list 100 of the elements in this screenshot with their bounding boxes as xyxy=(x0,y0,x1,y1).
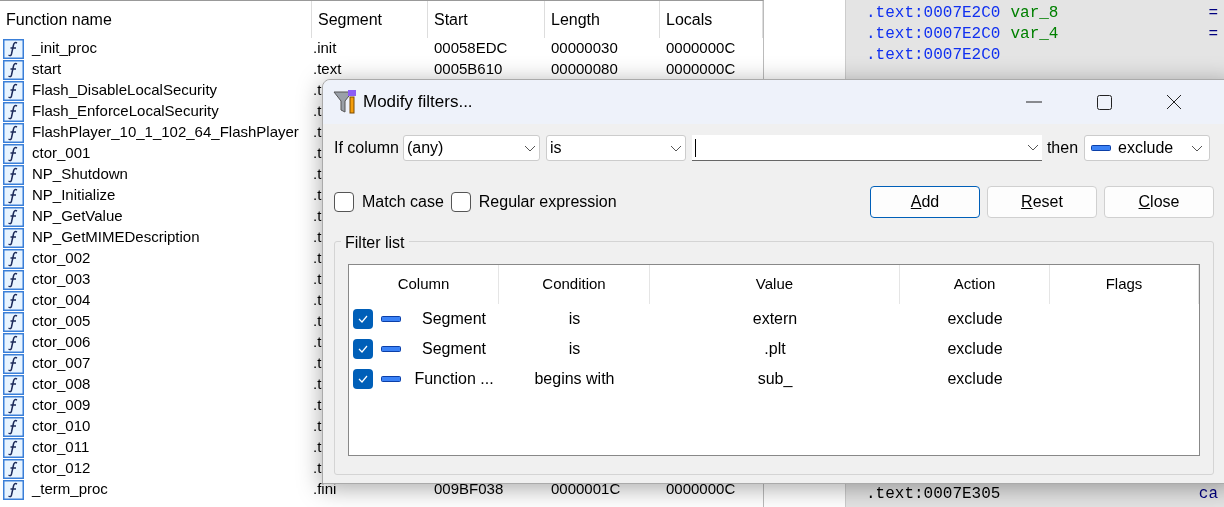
column-header[interactable]: Action xyxy=(900,265,1050,304)
exclude-icon xyxy=(381,316,401,322)
function-name: ctor_007 xyxy=(32,353,91,374)
table-cell-text: Segment xyxy=(420,309,487,329)
table-cell-text: sub_ xyxy=(756,369,794,389)
table-cell-text: begins with xyxy=(533,369,616,389)
table-cell: .init xyxy=(313,39,337,57)
function-name: ctor_001 xyxy=(32,143,91,164)
function-icon xyxy=(3,458,24,479)
table-cell: .t xyxy=(313,144,322,162)
function-icon xyxy=(3,248,24,269)
check-icon xyxy=(358,375,368,383)
function-icon xyxy=(3,479,24,500)
function-name: _term_proc xyxy=(32,479,108,500)
table-cell: .t xyxy=(313,123,322,141)
table-cell-text: 00000080 xyxy=(550,59,619,80)
function-name: NP_Shutdown xyxy=(32,164,128,185)
table-cell: .fini xyxy=(313,480,337,498)
condition-select[interactable]: is xyxy=(545,135,686,161)
enable-checkbox[interactable] xyxy=(353,339,373,359)
checkbox[interactable] xyxy=(334,192,354,212)
dialog-button[interactable]: Close xyxy=(1104,186,1214,218)
filter-icon xyxy=(333,89,357,115)
function-name: ctor_006 xyxy=(32,332,91,353)
function-name: ctor_003 xyxy=(32,269,91,290)
checkbox-label: Match case xyxy=(362,192,444,212)
then-label: then xyxy=(1046,138,1079,158)
table-cell: .t xyxy=(313,333,322,351)
table-cell: .t xyxy=(313,312,322,330)
address-text: .text:0007E2C0 xyxy=(866,24,1001,45)
function-icon xyxy=(3,59,24,80)
function-icon xyxy=(3,164,24,185)
table-cell-text: exclude xyxy=(946,309,1004,329)
if-column-label: If column xyxy=(334,138,399,158)
table-cell: .t xyxy=(313,81,322,99)
column-header[interactable]: Segment xyxy=(312,1,428,38)
function-name: NP_GetValue xyxy=(32,206,123,227)
chevron-down-icon xyxy=(1026,144,1039,151)
dialog-button[interactable]: Add xyxy=(870,186,980,218)
table-cell-text: 00058EDC xyxy=(433,38,509,59)
table-cell-text: 0000000C xyxy=(665,59,737,80)
table-cell-text: 0000000C xyxy=(665,479,737,500)
address-text: .text:0007E2C0 xyxy=(866,3,1001,24)
exclude-icon xyxy=(381,346,401,352)
action-select[interactable]: exclude xyxy=(1084,135,1211,161)
enable-checkbox[interactable] xyxy=(353,369,373,389)
table-cell: .t xyxy=(313,417,322,435)
column-header[interactable]: Start xyxy=(428,1,545,38)
window-title: Modify filters... xyxy=(363,91,473,114)
function-name: ctor_012 xyxy=(32,458,91,479)
chevron-down-icon xyxy=(523,144,536,152)
checkbox-label: Regular expression xyxy=(478,192,617,212)
table-cell: .t xyxy=(313,186,322,204)
table-cell: .text xyxy=(313,60,342,78)
variable-name: var_4 xyxy=(1010,24,1059,45)
check-icon xyxy=(358,315,368,323)
function-icon xyxy=(3,353,24,374)
maximize-icon xyxy=(1096,94,1112,110)
table-cell-text: 00000030 xyxy=(550,38,619,59)
function-icon xyxy=(3,185,24,206)
column-header[interactable]: Locals xyxy=(660,1,763,38)
table-cell: .t xyxy=(313,102,322,120)
column-select[interactable]: (any) xyxy=(402,135,540,161)
chevron-down-icon xyxy=(669,144,682,152)
operator-text: = xyxy=(1208,3,1218,24)
checkbox[interactable] xyxy=(450,192,471,212)
table-cell-text: 0005B610 xyxy=(433,59,504,80)
column-header[interactable]: Flags xyxy=(1050,265,1199,304)
function-icon xyxy=(3,437,24,458)
function-name: ctor_010 xyxy=(32,416,91,437)
table-cell-text: Function ... xyxy=(413,369,495,389)
column-header[interactable]: Value xyxy=(650,265,900,304)
column-header[interactable]: Column xyxy=(349,265,499,304)
column-header[interactable]: Length xyxy=(545,1,660,38)
function-icon xyxy=(3,38,24,59)
chevron-down-icon xyxy=(1191,144,1204,152)
function-icon xyxy=(3,206,24,227)
function-icon xyxy=(3,311,24,332)
table-cell-text: is xyxy=(567,339,582,359)
function-name: ctor_004 xyxy=(32,290,91,311)
column-header[interactable]: Function name xyxy=(0,1,312,38)
operator-text: = xyxy=(1208,24,1218,45)
table-cell: .t xyxy=(313,228,322,246)
exclude-icon xyxy=(381,376,401,382)
table-cell-text: exclude xyxy=(946,339,1004,359)
column-header[interactable]: Condition xyxy=(499,265,650,304)
exclude-icon xyxy=(1091,145,1112,151)
dialog-button[interactable]: Reset xyxy=(987,186,1097,218)
table-cell: .t xyxy=(313,354,322,372)
function-icon xyxy=(3,101,24,122)
table-cell: .t xyxy=(313,375,322,393)
function-name: ctor_005 xyxy=(32,311,91,332)
table-cell-text: 0000001C xyxy=(550,479,622,500)
function-name: ctor_002 xyxy=(32,248,91,269)
function-name: NP_Initialize xyxy=(32,185,116,206)
value-combo-field[interactable] xyxy=(691,135,1042,161)
enable-checkbox[interactable] xyxy=(353,309,373,329)
function-name: Flash_EnforceLocalSecurity xyxy=(32,101,219,122)
check-icon xyxy=(358,345,368,353)
function-icon xyxy=(3,332,24,353)
